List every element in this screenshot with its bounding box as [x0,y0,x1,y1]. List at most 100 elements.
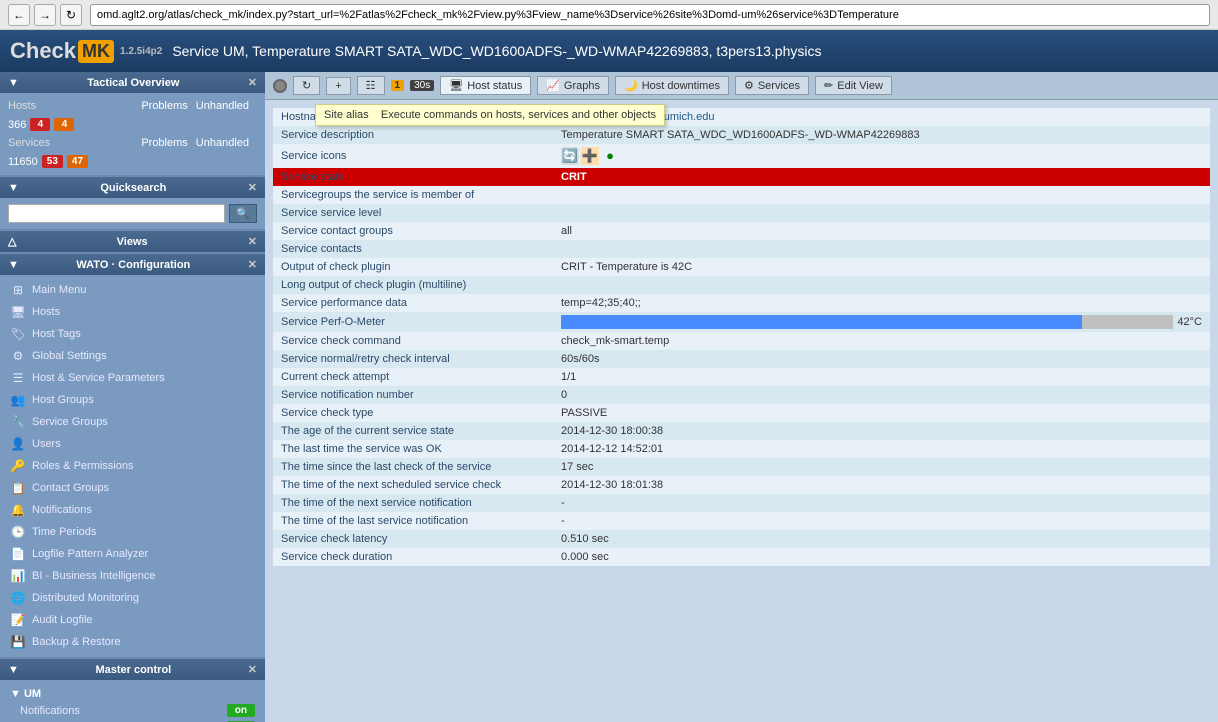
wato-close[interactable]: ✕ [248,258,257,271]
timer-badge: 30s [410,80,434,91]
sidebar-item-service-groups[interactable]: 🔧Service Groups [0,411,265,433]
service-icon-1[interactable]: 🔄 [561,147,579,165]
toolbar: ↻ + ☷ 1 30s 🖥 Host status 📈 Graphs [265,72,1218,100]
views-title: Views [117,236,148,248]
row-value [553,204,1210,222]
views-panel: △ Views ✕ [0,231,265,252]
row-label: Service notification number [273,386,553,404]
page-title: Service UM, Temperature SMART SATA_WDC_W… [172,43,1208,59]
app-header: Check MK 1.2.5i4p2 Service UM, Temperatu… [0,30,1218,72]
sidebar-item-audit-logfile[interactable]: 📝Audit Logfile [0,609,265,631]
host-status-button[interactable]: 🖥 Host status [440,76,531,95]
logfile-pattern-label: Logfile Pattern Analyzer [32,548,148,560]
perf-bar-fill [561,315,1082,329]
row-label: Long output of check plugin (multiline) [273,276,553,294]
table-row: Service service level [273,204,1210,222]
table-row: Current check attempt1/1 [273,368,1210,386]
master-control-header[interactable]: ▼ Master control ✕ [0,659,265,680]
mc-toggle-notifications[interactable]: on [227,704,255,717]
mc-group-expand: ▼ [10,688,21,700]
tactical-hosts-row: Hosts Problems Unhandled [0,97,265,115]
table-row: Service notification number0 [273,386,1210,404]
sidebar-item-time-periods[interactable]: 🕒Time Periods [0,521,265,543]
collapse-icon: ▼ [8,77,19,89]
perf-bar-outer [561,315,1173,329]
back-button[interactable]: ← [8,4,30,26]
logfile-pattern-icon: 📄 [10,546,26,562]
filter-button[interactable]: ☷ [357,76,385,95]
notifications-icon: 🔔 [10,502,26,518]
master-control-close[interactable]: ✕ [248,663,257,676]
row-value: all [553,222,1210,240]
search-input[interactable] [8,204,225,223]
forward-button[interactable]: → [34,4,56,26]
views-close[interactable]: ✕ [248,235,257,248]
row-value: PASSIVE [553,404,1210,422]
table-row: Service contacts [273,240,1210,258]
sidebar-item-backup-restore[interactable]: 💾Backup & Restore [0,631,265,653]
main-menu-label: Main Menu [32,284,86,296]
tactical-services-problems-label: Problems [141,137,187,149]
quicksearch-panel: ▼ Quicksearch ✕ 🔍 [0,177,265,229]
sidebar-item-host-service-params[interactable]: ☰Host & Service Parameters [0,367,265,389]
service-icon-2[interactable]: ➕ [581,147,599,165]
services-button[interactable]: ⚙ Services [735,76,809,95]
sidebar-item-hosts[interactable]: 🖥 Hosts [0,301,265,323]
tactical-overview-header[interactable]: ▼ Tactical Overview ✕ [0,72,265,93]
chart-icon: 📈 [546,79,560,92]
master-control-collapse-icon: ▼ [8,664,19,676]
refresh-options-button[interactable]: ↻ [293,76,320,95]
sidebar-item-host-groups[interactable]: 👥Host Groups [0,389,265,411]
sidebar-item-host-tags[interactable]: 🏷Host Tags [0,323,265,345]
logo-check-text: Check [10,38,76,64]
graphs-button[interactable]: 📈 Graphs [537,76,609,95]
filter-icon: ☷ [366,79,376,92]
sidebar-item-main-menu[interactable]: ⊞Main Menu [0,279,265,301]
hosts-problems-badge[interactable]: 4 [30,118,50,131]
row-value: 0.510 sec [553,530,1210,548]
url-bar[interactable] [90,4,1210,26]
sidebar-item-distributed-monitoring[interactable]: 🌐Distributed Monitoring [0,587,265,609]
service-icon-3[interactable]: ● [601,147,619,165]
services-unhandled-badge[interactable]: 47 [67,155,88,168]
audit-logfile-icon: 📝 [10,612,26,628]
hosts-unhandled-badge[interactable]: 4 [54,118,74,131]
views-header[interactable]: △ Views ✕ [0,231,265,252]
quicksearch-close[interactable]: ✕ [248,181,257,194]
notifications-label: Notifications [32,504,92,516]
wato-header[interactable]: ▼ WATO · Configuration ✕ [0,254,265,275]
detail-table: Hostnamet3pers13.physics.lsa.umich.eduSe… [273,108,1210,566]
edit-view-button[interactable]: ✏ Edit View [815,76,892,95]
hosts-label: Hosts [32,306,60,318]
wato-title: WATO · Configuration [76,259,190,271]
views-collapse-icon: △ [8,235,16,248]
services-problems-badge[interactable]: 53 [42,155,63,168]
host-downtimes-button[interactable]: 🌙 Host downtimes [615,76,729,95]
sidebar-item-notifications[interactable]: 🔔 Notifications [0,499,265,521]
sidebar-item-global-settings[interactable]: ⚙Global Settings [0,345,265,367]
sidebar-item-roles-permissions[interactable]: 🔑Roles & Permissions [0,455,265,477]
master-control-body: ▼ UMNotificationsonService checksonHost … [0,680,265,722]
perf-bar-label: 42°C [1177,316,1202,328]
wato-collapse-icon: ▼ [8,259,19,271]
refresh-button[interactable]: ↻ [60,4,82,26]
hosts-icon: 🖥 [10,304,26,320]
edit-icon: ✏ [824,79,833,92]
roles-permissions-label: Roles & Permissions [32,460,133,472]
quicksearch-header[interactable]: ▼ Quicksearch ✕ [0,177,265,198]
table-row: Service normal/retry check interval60s/6… [273,350,1210,368]
row-value: 1/1 [553,368,1210,386]
sidebar-item-contact-groups[interactable]: 📋Contact Groups [0,477,265,499]
sidebar-item-users[interactable]: 👤Users [0,433,265,455]
table-row: The time of the next scheduled service c… [273,476,1210,494]
tactical-overview-body: Hosts Problems Unhandled 366 4 4 Service… [0,93,265,175]
tactical-overview-close[interactable]: ✕ [248,76,257,89]
sidebar-item-bi-business[interactable]: 📊BI - Business Intelligence [0,565,265,587]
row-label: Service Perf-O-Meter [273,312,553,332]
add-button[interactable]: + [326,77,350,95]
table-row: Service check commandcheck_mk-smart.temp [273,332,1210,350]
search-button[interactable]: 🔍 [229,204,257,223]
sidebar-item-logfile-pattern[interactable]: 📄 Logfile Pattern Analyzer [0,543,265,565]
host-service-params-icon: ☰ [10,370,26,386]
row-label: Service check duration [273,548,553,566]
